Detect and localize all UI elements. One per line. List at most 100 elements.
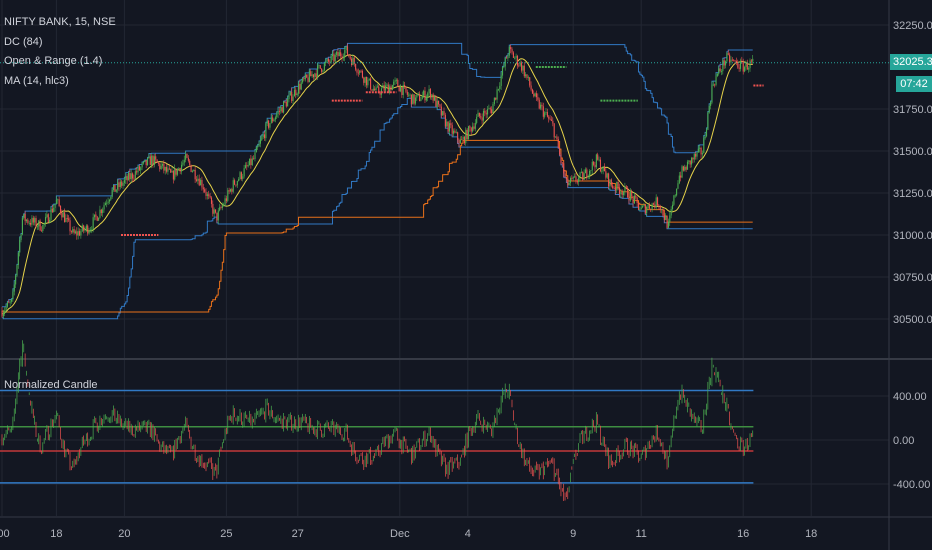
candle — [448, 123, 451, 132]
candle — [711, 84, 713, 103]
candle — [322, 70, 324, 72]
candle — [363, 77, 365, 83]
candle — [323, 63, 325, 71]
candle — [533, 93, 535, 97]
candle — [307, 77, 309, 82]
candle — [182, 162, 184, 165]
candle — [484, 110, 486, 113]
candle — [580, 171, 582, 173]
candle — [676, 188, 678, 196]
candle — [349, 56, 351, 59]
candle — [114, 184, 116, 192]
candle — [140, 167, 142, 171]
candle — [121, 181, 123, 186]
candle — [35, 218, 37, 227]
price-axis-label: 31750.00 — [893, 104, 932, 116]
candle — [217, 210, 219, 221]
candle — [166, 167, 168, 172]
candle — [495, 97, 497, 100]
candle — [134, 171, 136, 179]
candle — [739, 60, 742, 69]
legend-dc[interactable]: DC (84) — [4, 36, 43, 48]
time-axis-label: 20 — [118, 528, 130, 540]
candle — [386, 84, 388, 86]
candle — [722, 60, 724, 72]
candle — [565, 177, 567, 180]
legend-symbol[interactable]: NIFTY BANK, 15, NSE — [4, 16, 116, 28]
candle — [364, 76, 366, 83]
candle — [507, 55, 509, 59]
last-price-tag: 32025.35 — [890, 54, 932, 70]
candle — [257, 146, 259, 148]
candle — [632, 196, 634, 204]
candle — [648, 205, 650, 209]
candle — [521, 62, 523, 71]
candle — [263, 134, 266, 139]
candle — [671, 204, 674, 210]
candle — [624, 186, 626, 192]
candle — [76, 231, 78, 236]
price-axis-label: 30500.00 — [893, 314, 932, 326]
candle — [718, 68, 720, 74]
candle — [92, 217, 94, 230]
candle — [246, 165, 248, 167]
candle — [179, 168, 181, 172]
candle — [467, 126, 470, 139]
candle — [623, 191, 625, 195]
candle — [28, 222, 30, 224]
candle — [440, 106, 442, 116]
candle — [688, 160, 690, 162]
candle — [96, 216, 98, 221]
candle — [733, 59, 735, 61]
candle — [620, 192, 622, 194]
candle — [508, 46, 510, 56]
candle — [465, 129, 467, 144]
candle — [678, 175, 680, 184]
candle — [178, 168, 180, 169]
legend-normalized-candle[interactable]: Normalized Candle — [4, 379, 98, 391]
candle — [538, 99, 540, 109]
candle — [240, 172, 242, 179]
candle — [371, 89, 373, 91]
chart-canvas[interactable]: 32250.00 31750.00 31500.00 31250.00 31000.00… — [0, 0, 932, 550]
candle — [133, 178, 135, 180]
candle — [741, 60, 743, 63]
candle — [582, 171, 584, 180]
candle — [425, 97, 427, 101]
candle — [451, 125, 453, 134]
candle — [716, 73, 718, 76]
candle — [720, 71, 723, 72]
candle — [410, 94, 412, 105]
candle — [6, 302, 9, 307]
candle — [54, 204, 56, 208]
time-axis-label: Dec — [390, 528, 410, 540]
candle — [463, 136, 465, 144]
candle — [144, 160, 146, 162]
candle — [568, 182, 570, 186]
candle — [658, 205, 660, 207]
candle — [493, 97, 495, 104]
candle — [141, 163, 143, 168]
lower-axis-label: 0.00 — [893, 435, 914, 447]
candle — [725, 61, 727, 66]
candle — [57, 199, 59, 201]
candle — [265, 123, 267, 139]
candle — [412, 94, 414, 105]
candle — [605, 171, 607, 178]
candle — [111, 190, 113, 197]
candle — [244, 165, 247, 169]
candle — [699, 147, 701, 149]
candle — [473, 126, 475, 129]
candle — [610, 179, 612, 186]
candle — [142, 161, 145, 164]
candle — [385, 85, 387, 91]
legend-ma[interactable]: MA (14, hlc3) — [4, 75, 69, 87]
price-axis-label: 31250.00 — [893, 188, 932, 200]
legend-open-range[interactable]: Open & Range (1.4) — [4, 55, 102, 67]
candle — [461, 139, 463, 141]
candle — [617, 181, 619, 188]
candle — [168, 168, 170, 170]
candle — [511, 49, 513, 53]
candle — [220, 207, 222, 209]
candle — [39, 220, 41, 231]
